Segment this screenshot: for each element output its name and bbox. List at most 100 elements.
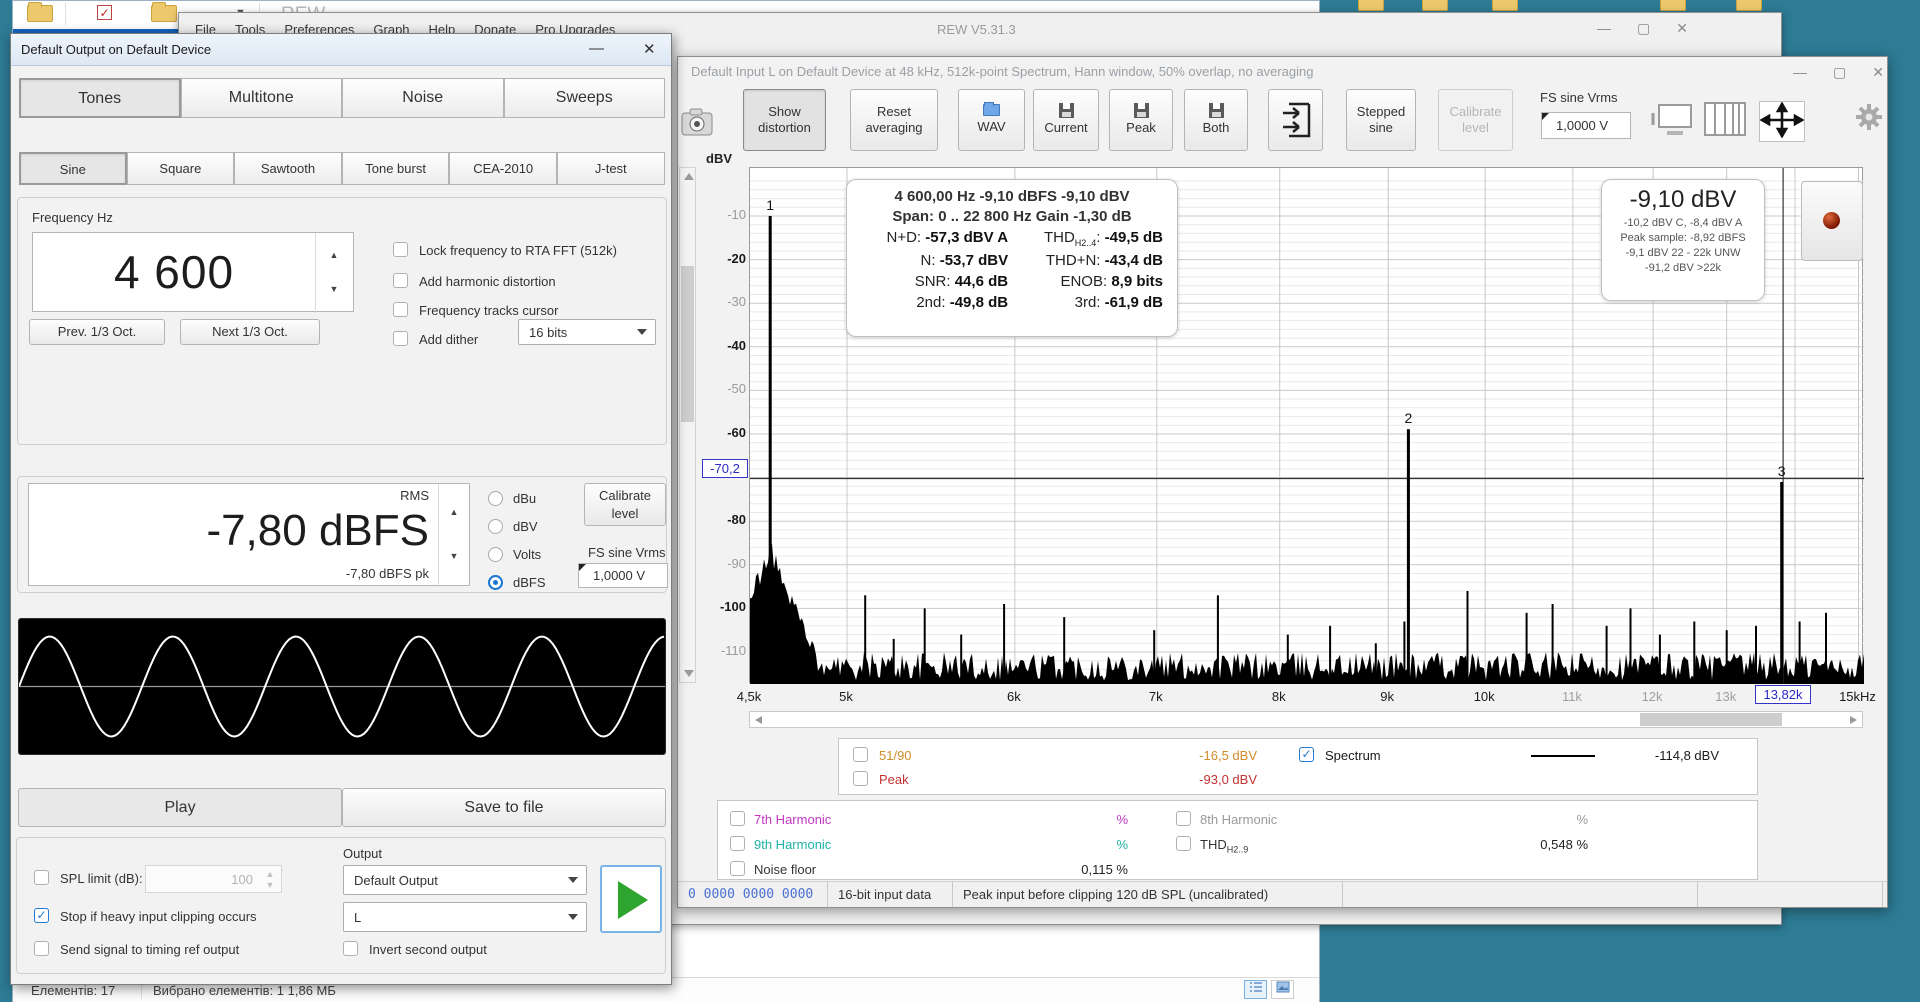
harmonics-panel: 7th Harmonic%8th Harmonic%9th Harmonic%T… bbox=[717, 800, 1758, 880]
radio-label: dBV bbox=[513, 519, 538, 534]
pan-arrows-icon bbox=[1760, 102, 1804, 138]
radio-dbfs[interactable] bbox=[488, 575, 503, 590]
frequency-up-icon[interactable]: ▲ bbox=[321, 251, 347, 260]
level-down-icon[interactable]: ▼ bbox=[443, 552, 465, 561]
output-device-dropdown[interactable]: Default Output bbox=[343, 865, 587, 895]
save-both-button[interactable]: Both bbox=[1184, 89, 1248, 151]
spl-limit-field[interactable]: 100 ▲ ▼ bbox=[145, 865, 282, 893]
harmonic-checkbox-7th-harmonic[interactable] bbox=[730, 811, 745, 826]
reset-averaging-button[interactable]: Reset averaging bbox=[850, 89, 938, 151]
harmonic-checkbox-noise-floor[interactable] bbox=[730, 861, 745, 876]
frequency-spinner[interactable]: 4 600 ▲ ▼ bbox=[32, 232, 354, 312]
horizontal-scrollbar[interactable] bbox=[749, 711, 1863, 728]
scroll-down-icon[interactable] bbox=[684, 670, 694, 677]
fs-sine-vrms-field[interactable]: 1,0000 V bbox=[1541, 112, 1631, 139]
generator-play-button[interactable] bbox=[600, 865, 662, 933]
radio-volts[interactable] bbox=[488, 547, 503, 562]
subtab-sine[interactable]: Sine bbox=[19, 152, 127, 185]
tab-sweeps[interactable]: Sweeps bbox=[504, 78, 666, 118]
pan-mode-button[interactable] bbox=[1759, 101, 1805, 142]
close-icon[interactable]: ✕ bbox=[643, 40, 656, 58]
checkbox-lock-frequency-to-rta-fft-512k-[interactable] bbox=[393, 242, 408, 257]
maximize-icon[interactable]: ▢ bbox=[1833, 64, 1846, 81]
subtab-cea-2010[interactable]: CEA-2010 bbox=[449, 152, 557, 185]
cursor-frequency-readout: 13,82k bbox=[1755, 685, 1811, 704]
harmonic-checkbox-8th-harmonic[interactable] bbox=[1176, 811, 1191, 826]
spectrum-window-title: Default Input L on Default Device at 48 … bbox=[691, 64, 1313, 79]
thumbnail-view-button[interactable] bbox=[1271, 980, 1294, 999]
next-third-octave-button[interactable]: Next 1/3 Oct. bbox=[180, 319, 320, 345]
fs-sine-vrms-value: 1,0000 V bbox=[593, 568, 645, 583]
fs-sine-vrms-field[interactable]: 1,0000 V bbox=[578, 563, 668, 588]
list-view-button[interactable] bbox=[1244, 980, 1267, 999]
dither-bits-dropdown[interactable]: 16 bits bbox=[518, 319, 656, 345]
spl-limit-checkbox[interactable] bbox=[34, 870, 49, 885]
tab-noise[interactable]: Noise bbox=[342, 78, 504, 118]
close-icon[interactable]: ✕ bbox=[1872, 64, 1884, 81]
send-timing-checkbox[interactable] bbox=[34, 941, 49, 956]
minimize-icon[interactable]: — bbox=[589, 40, 604, 57]
scroll-right-icon[interactable] bbox=[1850, 716, 1857, 724]
scroll-up-icon[interactable] bbox=[684, 173, 694, 180]
metric-left: 2nd: -49,8 dB bbox=[861, 294, 1008, 311]
subtab-j-test[interactable]: J-test bbox=[557, 152, 665, 185]
wav-button[interactable]: WAV bbox=[958, 89, 1025, 151]
checkbox-frequency-tracks-cursor[interactable] bbox=[393, 302, 408, 317]
stop-clipping-checkbox[interactable]: ✓ bbox=[34, 908, 49, 923]
column-view-button[interactable] bbox=[1703, 101, 1747, 140]
subtab-sawtooth[interactable]: Sawtooth bbox=[234, 152, 342, 185]
calibrate-level-button[interactable]: Calibrate level bbox=[584, 483, 666, 526]
vertical-scrollbar-thumb[interactable] bbox=[681, 266, 694, 422]
minimize-icon[interactable]: — bbox=[1597, 20, 1611, 37]
radio-label: Volts bbox=[513, 547, 541, 562]
input-output-button[interactable] bbox=[1268, 89, 1323, 151]
dialog-titlebar[interactable]: Default Output on Default Device — ✕ bbox=[11, 34, 671, 66]
x-tick-label: 8k bbox=[1272, 689, 1286, 704]
output-channel-dropdown[interactable]: L bbox=[343, 902, 587, 932]
minimize-icon[interactable]: — bbox=[1793, 64, 1807, 81]
stepped-sine-button[interactable]: Stepped sine bbox=[1346, 89, 1416, 151]
legend-checkbox-peak[interactable] bbox=[853, 771, 868, 786]
level-spinner[interactable]: RMS -7,80 dBFS -7,80 dBFS pk ▲ ▼ bbox=[28, 483, 470, 586]
frequency-down-icon[interactable]: ▼ bbox=[321, 285, 347, 294]
folder-icon[interactable] bbox=[151, 5, 177, 22]
spectrum-line-swatch bbox=[1531, 755, 1595, 757]
save-to-file-button[interactable]: Save to file bbox=[342, 788, 666, 827]
tab-multitone[interactable]: Multitone bbox=[181, 78, 343, 118]
save-current-label: Current bbox=[1044, 120, 1087, 136]
show-distortion-button[interactable]: Show distortion bbox=[743, 89, 826, 151]
checkbox-icon[interactable]: ✓ bbox=[97, 5, 112, 20]
legend-checkbox-51-90[interactable] bbox=[853, 747, 868, 762]
level-up-icon[interactable]: ▲ bbox=[443, 508, 465, 517]
save-peak-button[interactable]: Peak bbox=[1109, 89, 1173, 151]
subtab-tone-burst[interactable]: Tone burst bbox=[342, 152, 450, 185]
checkbox-add-dither[interactable] bbox=[393, 331, 408, 346]
calibrate-level-button[interactable]: Calibrate level bbox=[1438, 89, 1513, 151]
screenshot-button[interactable] bbox=[680, 101, 714, 141]
save-current-button[interactable]: Current bbox=[1033, 89, 1099, 151]
radio-dbv[interactable] bbox=[488, 519, 503, 534]
legend-label: Peak bbox=[879, 772, 909, 787]
vertical-scrollbar[interactable] bbox=[679, 167, 696, 683]
horizontal-scrollbar-thumb[interactable] bbox=[1640, 713, 1782, 726]
checkbox-add-harmonic-distortion[interactable] bbox=[393, 273, 408, 288]
record-button[interactable] bbox=[1801, 181, 1863, 261]
legend-checkbox-spectrum[interactable]: ✓ bbox=[1299, 747, 1314, 762]
play-tab-button[interactable]: Play bbox=[18, 788, 342, 827]
radio-dbu[interactable] bbox=[488, 491, 503, 506]
maximize-icon[interactable]: ▢ bbox=[1637, 20, 1650, 37]
invert-output-checkbox[interactable] bbox=[343, 941, 358, 956]
wav-folder-icon bbox=[983, 104, 1000, 116]
harmonic-checkbox-9th-harmonic[interactable] bbox=[730, 836, 745, 851]
monitor-icon bbox=[1651, 101, 1693, 137]
graph-layout-button[interactable] bbox=[1651, 101, 1693, 140]
tab-tones[interactable]: Tones bbox=[19, 78, 181, 118]
close-icon[interactable]: ✕ bbox=[1676, 20, 1688, 37]
spectrum-statusbar: 0 0000 0000 000016-bit input dataPeak in… bbox=[678, 881, 1887, 907]
settings-button[interactable] bbox=[1855, 103, 1881, 129]
prev-third-octave-button[interactable]: Prev. 1/3 Oct. bbox=[29, 319, 165, 345]
folder-icon[interactable] bbox=[27, 5, 53, 22]
harmonic-checkbox-thd[interactable] bbox=[1176, 836, 1191, 851]
subtab-square[interactable]: Square bbox=[127, 152, 235, 185]
scroll-left-icon[interactable] bbox=[755, 716, 762, 724]
